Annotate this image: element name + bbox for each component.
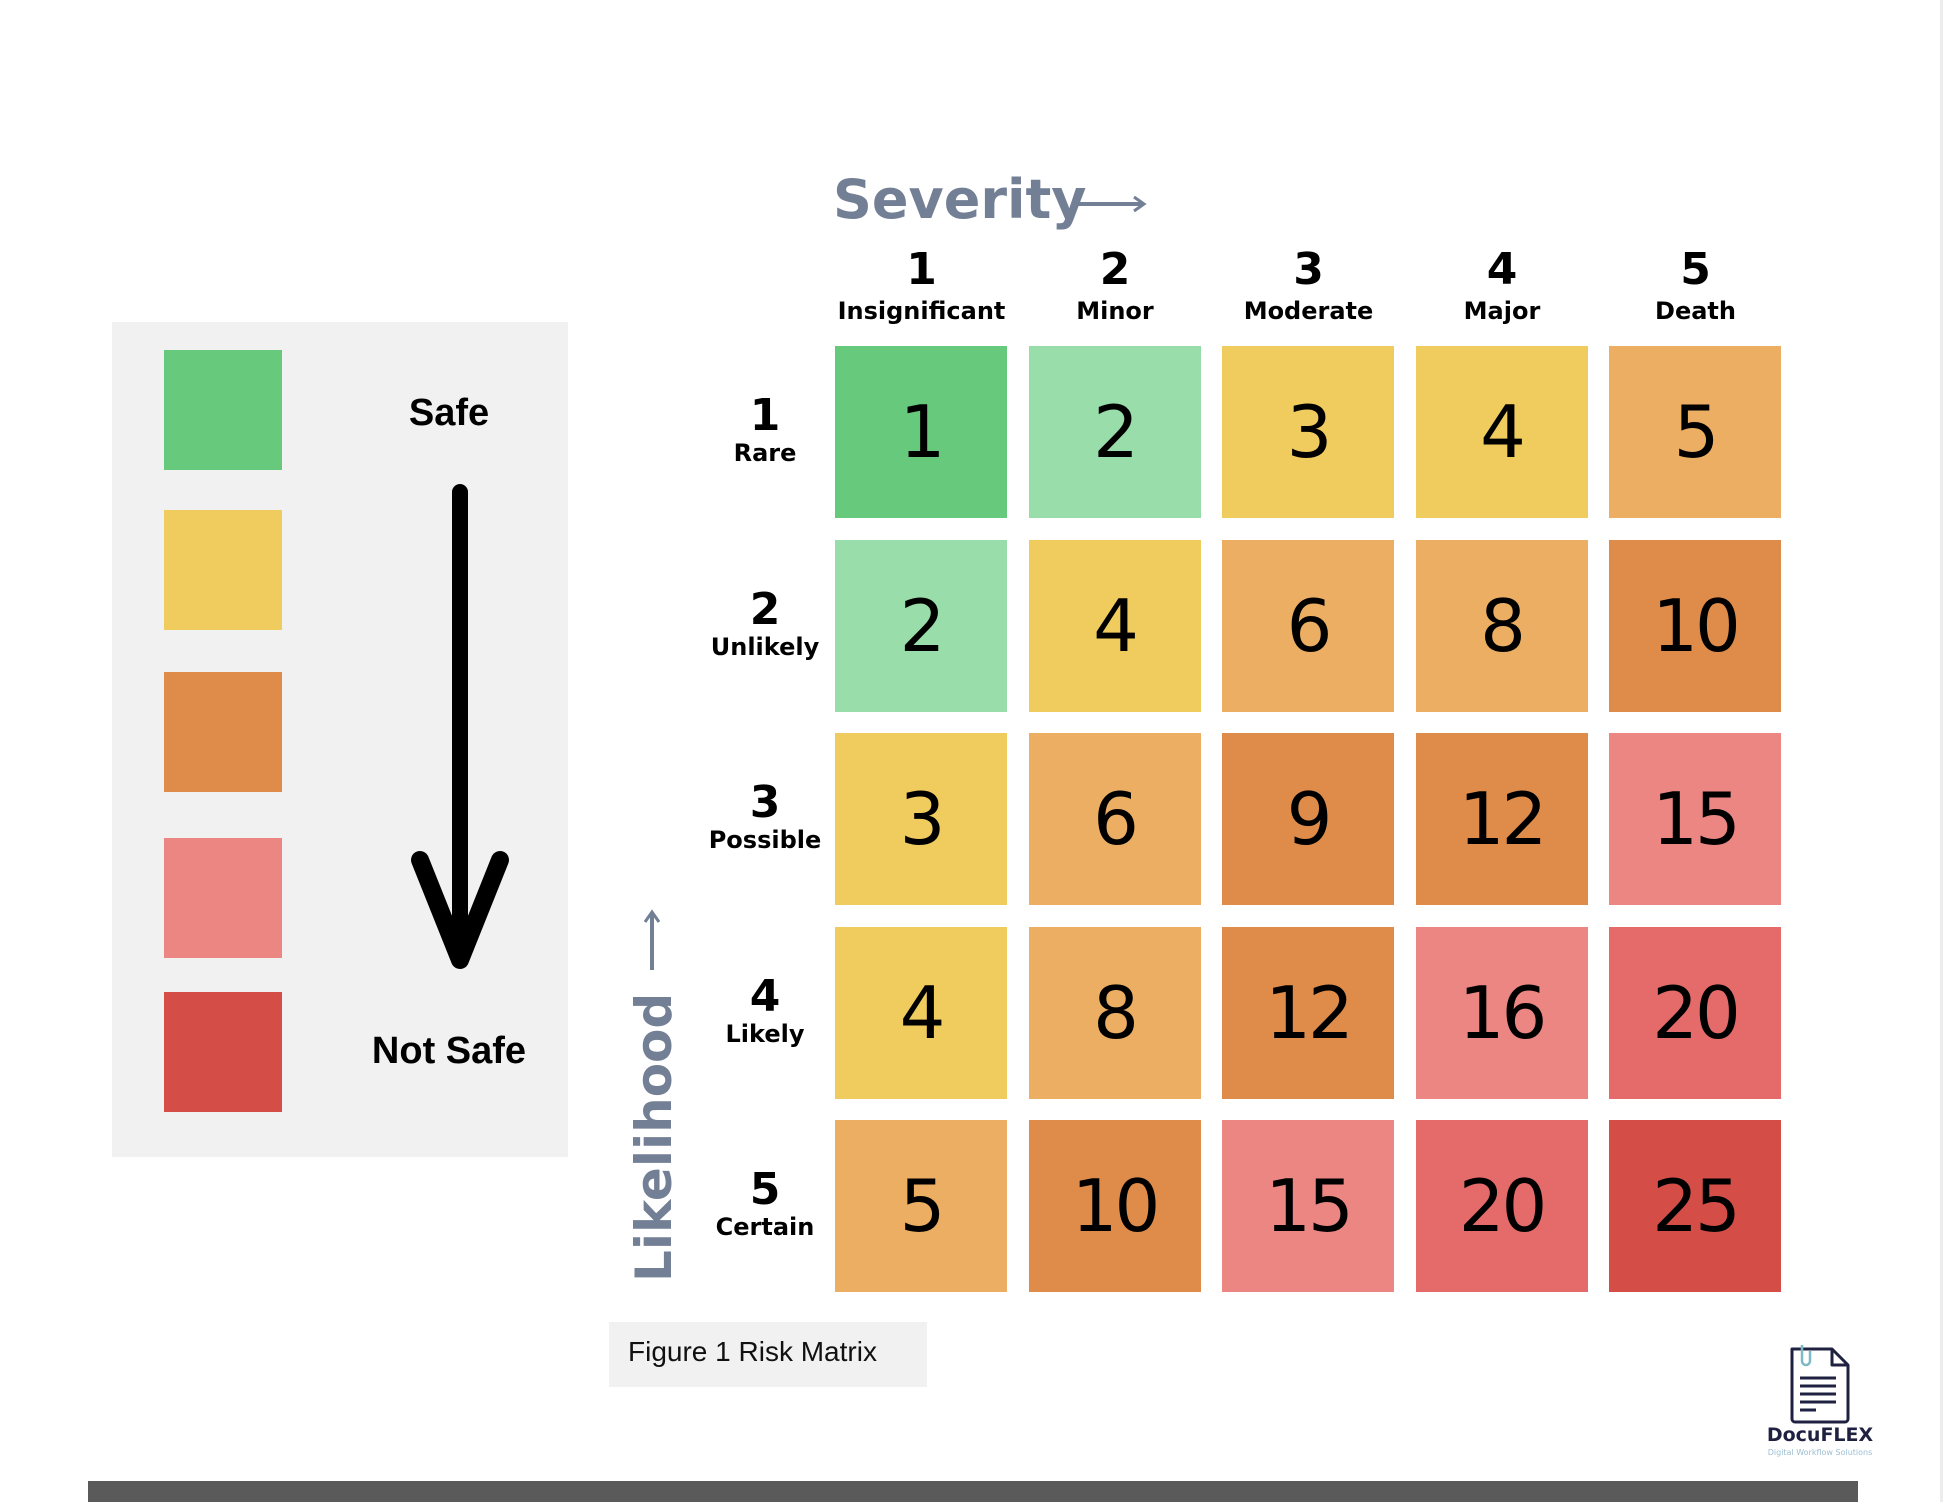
legend-swatch-low [164,510,282,630]
likelihood-row-header: 2 Unlikely [700,583,830,662]
severity-column-header: 3 Moderate [1212,248,1405,326]
arrow-right-icon [1078,195,1147,213]
risk-cell: 10 [1028,1120,1201,1292]
severity-column-header: 4 Major [1406,248,1599,326]
risk-cell: 12 [1222,926,1394,1099]
docuflex-logo: DocuFLEX Digital Workflow Solutions [1720,1340,1920,1460]
risk-cell: 9 [1222,733,1394,905]
figure-caption: Figure 1 Risk Matrix [609,1322,927,1387]
legend-swatch-high [164,838,282,958]
likelihood-row-header: 4 Likely [700,970,830,1049]
likelihood-row-header: 5 Certain [700,1168,830,1242]
legend-safe-label: Safe [408,392,490,434]
risk-cell: 8 [1415,539,1588,712]
likelihood-level-number: 3 [749,777,781,828]
logo-tagline: Digital Workflow Solutions [1767,1448,1873,1457]
page-edge [1940,0,1943,1502]
document-icon [1790,1345,1850,1424]
likelihood-axis-title: Likelihood [625,992,683,1282]
legend-swatch-not-safe [164,992,282,1112]
likelihood-row-header: 1 Rare [700,394,830,468]
risk-cell: 8 [1028,926,1201,1099]
severity-level-name: Minor [1076,297,1154,325]
arrow-down-icon [411,484,509,969]
severity-column-header: 2 Minor [1019,248,1212,326]
severity-level-number: 4 [1486,244,1518,295]
footer-bar [88,1481,1858,1502]
risk-cell: 20 [1609,926,1781,1099]
severity-level-number: 2 [1099,244,1131,295]
risk-cell: 1 [835,346,1007,518]
legend-swatch-medium [164,672,282,792]
severity-level-number: 3 [1293,244,1324,295]
likelihood-level-name: Rare [733,439,797,467]
severity-level-name: Death [1655,297,1736,325]
likelihood-level-name: Possible [708,826,822,854]
severity-level-number: 5 [1680,244,1711,295]
likelihood-level-number: 1 [749,390,781,441]
risk-cell: 3 [835,733,1007,905]
risk-cell: 4 [1028,539,1201,712]
risk-cell: 16 [1415,926,1588,1099]
risk-cell: 10 [1609,539,1781,712]
risk-cell: 5 [835,1120,1007,1292]
severity-level-number: 1 [906,244,937,295]
severity-level-name: Insignificant [837,297,1006,325]
likelihood-level-name: Certain [715,1213,815,1241]
risk-cell: 20 [1415,1120,1588,1292]
risk-cell: 3 [1222,346,1394,518]
risk-cell: 6 [1028,733,1201,905]
severity-level-name: Moderate [1243,297,1374,325]
risk-cell: 5 [1609,346,1781,518]
logo-brand: DocuFLEX [1766,1424,1874,1446]
risk-cell: 6 [1222,539,1394,712]
legend-not-safe-label: Not Safe [371,1030,527,1072]
risk-cell: 12 [1415,733,1588,905]
arrow-up-icon [643,909,661,970]
figure-caption-text: Figure 1 Risk Matrix [628,1336,877,1367]
likelihood-level-number: 5 [749,1164,781,1215]
likelihood-level-number: 2 [749,583,781,635]
severity-column-header: 5 Death [1599,248,1792,326]
risk-cell: 15 [1609,733,1781,905]
risk-cell: 15 [1222,1120,1394,1292]
risk-cell: 2 [835,539,1007,712]
likelihood-level-name: Likely [725,1019,805,1048]
likelihood-level-number: 4 [749,970,781,1022]
severity-level-name: Major [1463,297,1541,325]
severity-axis-title: Severity [833,168,1087,231]
likelihood-level-name: Unlikely [710,632,820,661]
likelihood-row-header: 3 Possible [700,781,830,855]
severity-column-header: 1 Insignificant [825,248,1018,326]
risk-cell: 4 [1415,346,1588,518]
risk-cell: 4 [835,926,1007,1099]
legend-swatch-safe [164,350,282,470]
risk-cell: 25 [1609,1120,1781,1292]
risk-cell: 2 [1028,346,1201,518]
risk-legend: Safe Not Safe [112,322,568,1157]
